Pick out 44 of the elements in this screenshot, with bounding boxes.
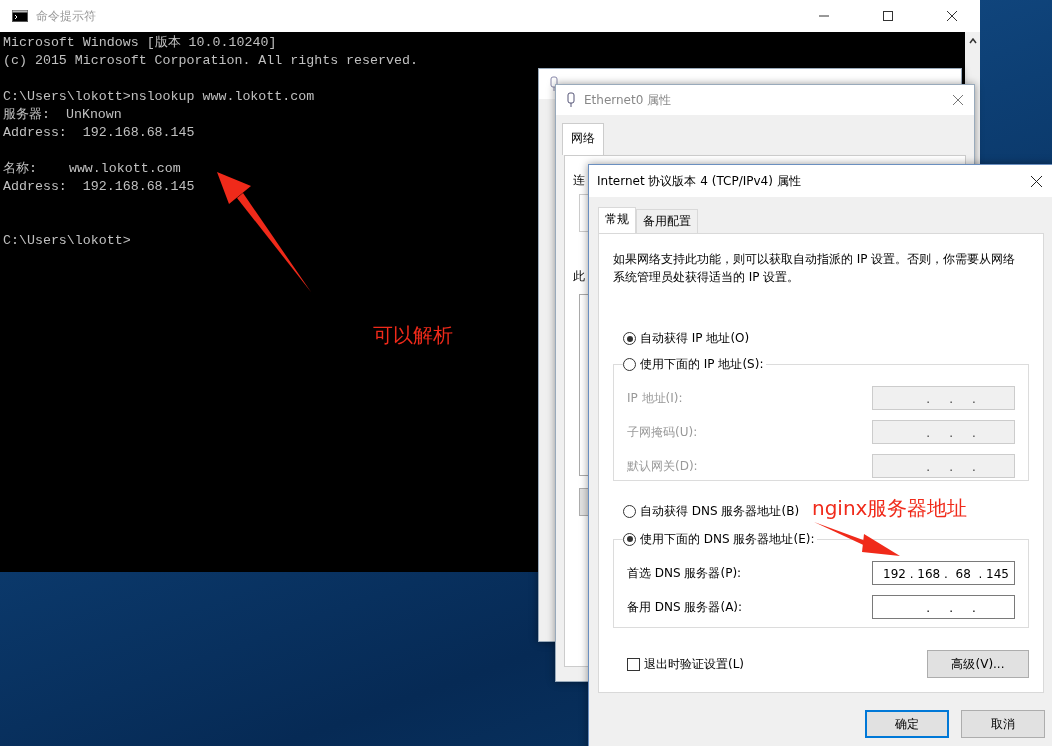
window-title: Internet 协议版本 4 (TCP/IPv4) 属性 [597, 172, 801, 190]
close-icon[interactable] [946, 10, 958, 22]
annotation-text: 可以解析 [373, 322, 453, 349]
ip-address-field[interactable]: 192 . 168 . 68 . 145 [872, 561, 1015, 585]
console-line: C:\Users\lokott>nslookup www.lokott.com [3, 88, 315, 106]
radio-button[interactable] [623, 532, 636, 546]
ip-address-field[interactable]: . . . [872, 595, 1015, 619]
window-title: 命令提示符 [36, 7, 96, 25]
console-line: Address: 192.168.68.145 [3, 178, 195, 196]
field-label: 默认网关(D): [627, 457, 698, 475]
annotation-text: nginx服务器地址 [812, 495, 968, 522]
radio-label[interactable]: 自动获得 IP 地址(O) [640, 330, 750, 347]
field-label: IP 地址(I): [627, 389, 683, 407]
close-icon[interactable] [1030, 174, 1043, 188]
radio-button[interactable] [623, 357, 636, 371]
console-line: C:\Users\lokott> [3, 232, 131, 250]
console-line: 名称: www.lokott.com [3, 160, 181, 178]
tab[interactable]: 常规 [598, 207, 636, 233]
radio-label[interactable]: 自动获得 DNS 服务器地址(B) [640, 503, 800, 520]
field-label: 子网掩码(U): [627, 423, 698, 441]
window-title: Ethernet0 属性 [584, 91, 672, 109]
radio-button[interactable] [623, 505, 636, 518]
field-label: 备用 DNS 服务器(A): [627, 598, 743, 616]
console-line: Microsoft Windows [版本 10.0.10240] [3, 34, 277, 52]
network-adapter-icon [566, 92, 576, 108]
field-label: 连 [573, 172, 585, 189]
radio-button[interactable] [623, 332, 636, 345]
console-icon [12, 10, 28, 22]
console-line: (c) 2015 Microsoft Corporation. All rights reserved. [3, 52, 418, 70]
tab[interactable]: 网络 [562, 123, 604, 155]
ok-button[interactable]: 确定 [865, 710, 949, 738]
checkbox[interactable] [627, 657, 640, 671]
checkbox-label[interactable]: 退出时验证设置(L) [644, 655, 745, 673]
cancel-button[interactable]: 取消 [961, 710, 1045, 738]
maximize-icon[interactable] [882, 10, 894, 22]
network-adapter-icon [549, 76, 559, 92]
description-text: 如果网络支持此功能，则可以获取自动指派的 IP 设置。否则，你需要从网络系统管理员处获得适当的 IP 设置。 [613, 251, 1017, 286]
field-label: 此 [573, 268, 585, 285]
scroll-up-icon[interactable] [968, 38, 977, 44]
field-label: 首选 DNS 服务器(P): [627, 564, 742, 582]
tab[interactable]: 备用配置 [636, 209, 698, 233]
console-line: Address: 192.168.68.145 [3, 124, 195, 142]
console-line: 服务器: UnKnown [3, 106, 122, 124]
advanced-button[interactable]: 高级(V)... [927, 650, 1029, 678]
